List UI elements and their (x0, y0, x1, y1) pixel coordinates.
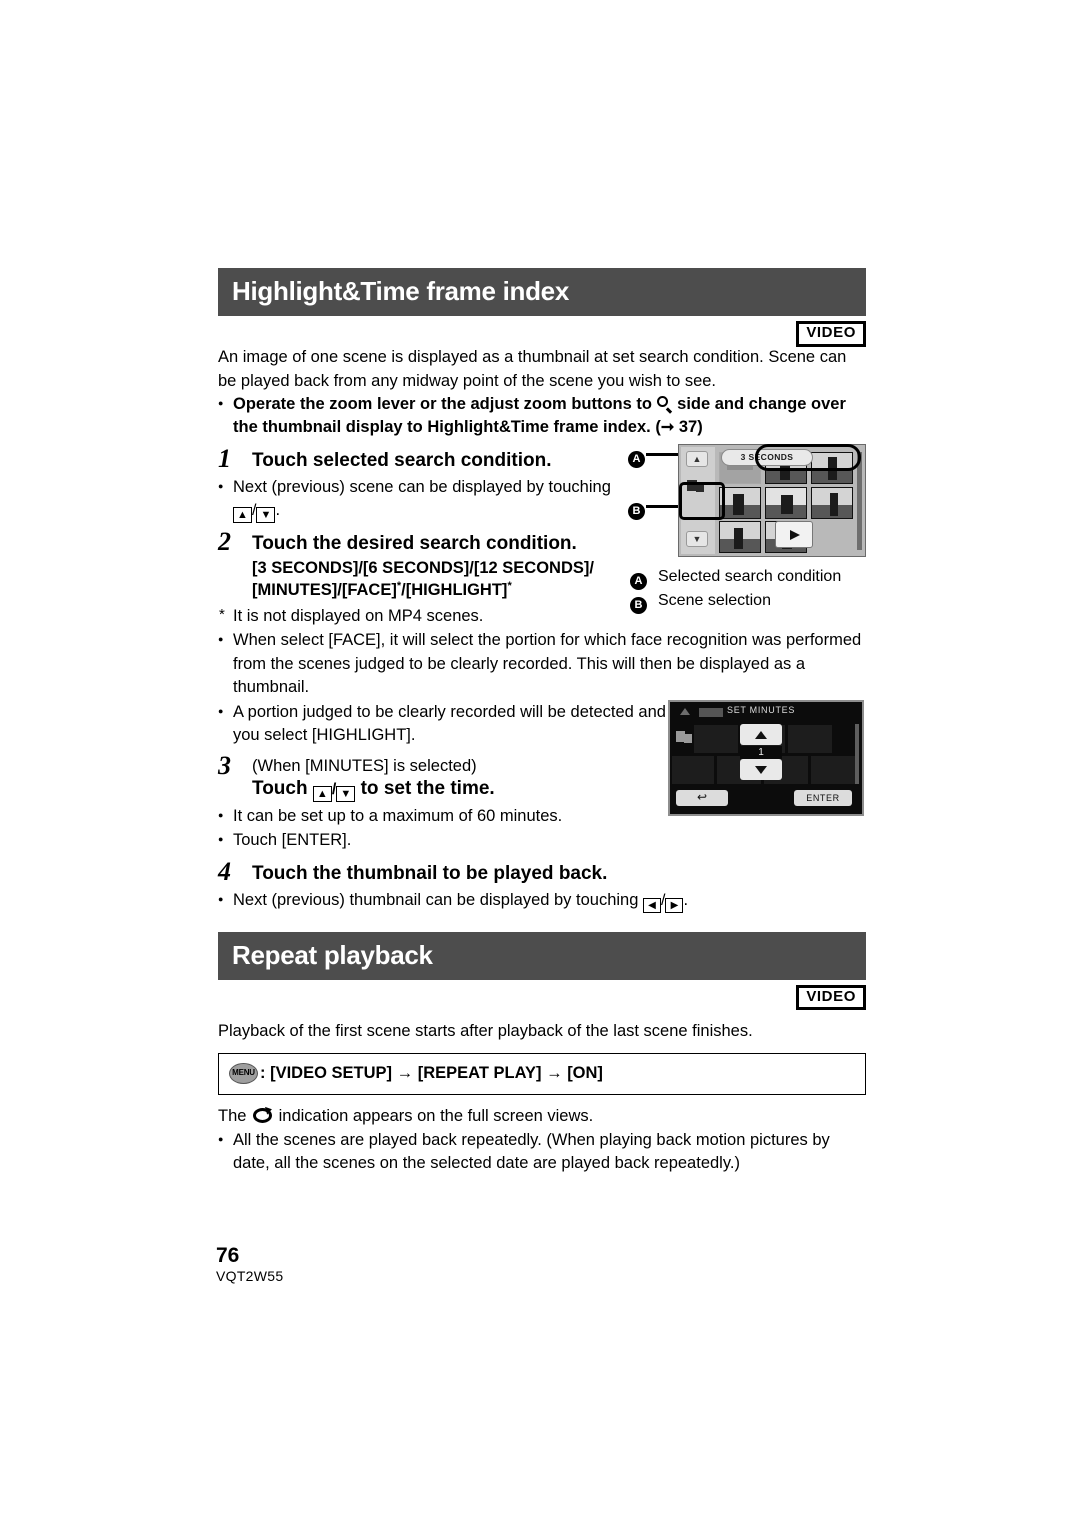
screen-date-plate (699, 708, 723, 717)
sd-card-icon-2 (676, 730, 694, 745)
page-content: Highlight&Time frame index VIDEO An imag… (218, 268, 866, 1176)
step-3-title-pre: Touch (252, 778, 308, 800)
section-heading-highlight-time: Highlight&Time frame index (218, 268, 866, 317)
arrow-up-key-icon-2: ▲ (312, 786, 332, 803)
search-condition-highlight (755, 444, 861, 471)
section-2-notes: All the scenes are played back repeatedl… (218, 1128, 866, 1176)
arrow-down-key-icon-2: ▼ (336, 786, 356, 803)
screen-title: SET MINUTES (727, 705, 796, 715)
arrow-right-key-icon: ▶ (665, 897, 684, 913)
arrow-down-key-icon: ▼ (256, 507, 276, 524)
menu-item-on: [ON] (567, 1064, 603, 1083)
intro-bullet-close: ) (697, 418, 703, 437)
step-4-bullets: Next (previous) thumbnail can be display… (218, 888, 866, 913)
step-3-number: 3 (218, 751, 231, 781)
menu-separator-1: → (396, 1064, 414, 1083)
repeat-pre: The (218, 1107, 247, 1126)
step-4-bullet-pre: Next (previous) thumbnail can be display… (233, 890, 639, 909)
step-4-number: 4 (218, 856, 231, 886)
section-2-repeat-indication: The indication appears on the full scree… (218, 1105, 866, 1128)
screen-scrollbar[interactable] (857, 452, 862, 550)
screen-plate (788, 725, 832, 753)
legend-row-a: A Selected search condition (630, 566, 841, 590)
minutes-value: 1 (740, 746, 782, 759)
intro-bullet-ref: 37 (678, 418, 698, 437)
note-face: When select [FACE], it will select the p… (218, 628, 866, 699)
document-code: VQT2W55 (216, 1268, 284, 1285)
thumbnail-cell[interactable] (719, 487, 761, 519)
screen-scrollbar-2[interactable] (855, 724, 859, 784)
step-2-options-line1: [3 SECONDS]/[6 SECONDS]/[12 SECONDS]/ (252, 559, 594, 578)
scene-selection-highlight (679, 482, 725, 520)
callout-b-badge: B (628, 503, 645, 520)
screen-scroll-up-button[interactable]: ▲ (686, 451, 708, 467)
screen-scroll-down-button[interactable]: ▼ (686, 531, 708, 547)
video-badge: VIDEO (796, 321, 866, 347)
step-4-bullet-post: . (683, 890, 689, 909)
section-heading-repeat-playback: Repeat playback (218, 931, 866, 980)
legend-badge-a: A (630, 573, 647, 590)
screen-plate (672, 756, 714, 784)
callout-b-line (646, 505, 680, 508)
callout-a: A (628, 446, 732, 468)
step-4-title: Touch the thumbnail to be played back. (252, 862, 608, 884)
badge-row-1: VIDEO (218, 316, 866, 347)
magnifier-icon (656, 395, 673, 412)
arrow-right-icon: ➞ (660, 419, 675, 437)
menu-item-repeat-play: [REPEAT PLAY] (417, 1064, 542, 1083)
legend-row-b: B Scene selection (630, 590, 841, 614)
menu-separator-2: → (546, 1064, 563, 1083)
figure-legend: A Selected search condition B Scene select… (630, 566, 841, 614)
legend-badge-b: B (630, 597, 647, 614)
callout-a-badge: A (628, 451, 645, 468)
step-4-bullet: Next (previous) thumbnail can be display… (218, 888, 866, 913)
manual-page: Highlight&Time frame index VIDEO An imag… (0, 0, 1080, 1526)
note-repeat-all: All the scenes are played back repeatedl… (218, 1128, 866, 1176)
intro-bullet-pre: Operate the zoom lever or the adjust zoo… (233, 394, 652, 413)
step-1-bullet-pre: Next (previous) scene can be displayed b… (233, 477, 611, 496)
callout-b: B (628, 498, 680, 520)
step-3-title-post: to set the time. (360, 778, 495, 800)
section-1-intro-bullets: Operate the zoom lever or the adjust zoo… (218, 392, 866, 440)
step-2-options-line2b: /[HIGHLIGHT] (401, 581, 508, 600)
repeat-icon (253, 1108, 273, 1124)
arrow-left-key-icon: ◀ (643, 897, 661, 913)
camera-screen-thumbnail-index: ▲ ▼ 3 SECONDS (678, 444, 866, 557)
menu-path-colon: : (260, 1064, 266, 1083)
screen-up-indicator-icon (680, 708, 690, 715)
arrow-up-key-icon: ▲ (233, 507, 252, 524)
screen-next-page-button[interactable] (775, 521, 813, 548)
intro-bullet-zoom: Operate the zoom lever or the adjust zoo… (218, 392, 866, 440)
page-number: 76 (216, 1244, 240, 1267)
thumbnail-cell[interactable] (719, 521, 761, 553)
step-1-bullet-post: . (275, 501, 281, 520)
legend-text-a: Selected search condition (658, 568, 842, 585)
thumbnail-cell[interactable] (811, 487, 853, 519)
screen-plate (811, 756, 855, 784)
page-footer: 76 VQT2W55 (216, 1244, 284, 1285)
step-2-options-line2a: [MINUTES]/[FACE] (252, 581, 397, 600)
back-button[interactable]: ↩ (676, 790, 728, 806)
menu-button-icon[interactable]: MENU (229, 1063, 258, 1085)
menu-item-video-setup: [VIDEO SETUP] (270, 1064, 393, 1083)
enter-button[interactable]: ENTER (794, 790, 852, 806)
section-1-intro: An image of one scene is displayed as a … (218, 348, 847, 390)
camera-screen-set-minutes: SET MINUTES 1 ↩ ENTER (668, 700, 864, 816)
footnote-star-2: * (507, 580, 512, 593)
step-1-number: 1 (218, 444, 231, 474)
legend-text-b: Scene selection (658, 592, 771, 609)
badge-row-2: VIDEO (218, 980, 866, 1011)
minutes-increase-button[interactable] (740, 724, 782, 745)
minutes-decrease-button[interactable] (740, 759, 782, 780)
menu-path-box: MENU: [VIDEO SETUP] → [REPEAT PLAY] → [O… (218, 1053, 866, 1096)
section-2-intro: Playback of the first scene starts after… (218, 1021, 753, 1040)
screen-plate (694, 725, 738, 753)
step-4: 4 Touch the thumbnail to be played back. (218, 857, 866, 886)
thumbnail-cell[interactable] (765, 487, 807, 519)
video-badge-2: VIDEO (796, 984, 866, 1011)
step-2-number: 2 (218, 527, 231, 557)
repeat-post: indication appears on the full screen vi… (278, 1107, 594, 1126)
step-3-bullet-enter: Touch [ENTER]. (218, 828, 866, 852)
